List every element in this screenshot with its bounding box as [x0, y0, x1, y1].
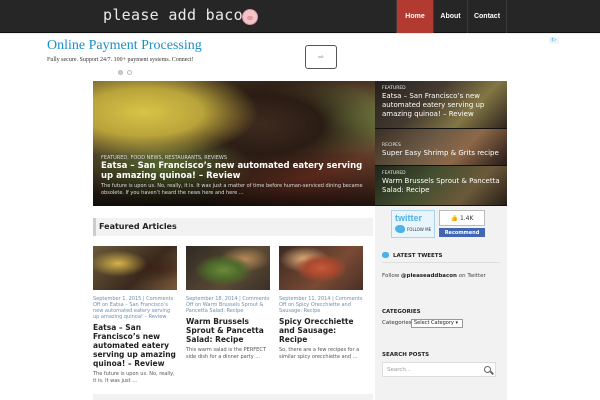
- article-title[interactable]: Warm Brussels Sprout & Pancetta Salad: R…: [186, 317, 270, 344]
- side-item-title[interactable]: Warm Brussels Sprout & Pancetta Salad: R…: [382, 177, 504, 195]
- categories-label: Categories: [382, 320, 412, 326]
- latest-tweets-title: Latest Tweets: [393, 253, 443, 259]
- main-slider[interactable]: Featured, Food News, Restaurants, Review…: [93, 81, 375, 206]
- ad-choices-icon[interactable]: i▷: [549, 37, 559, 44]
- pig-logo-icon[interactable]: [242, 9, 258, 25]
- slider-side-list: Featured Eatsa – San Francisco’s new aut…: [375, 81, 507, 206]
- side-item-title[interactable]: Super Easy Shrimp & Grits recipe: [382, 149, 504, 158]
- article-title[interactable]: Spicy Orecchiette and Sausage: Recipe: [279, 317, 363, 344]
- ad-title[interactable]: Online Payment Processing: [47, 38, 202, 54]
- twitter-follow-text: Follow @pleaseaddbacon on Twitter: [382, 273, 486, 279]
- article-title[interactable]: Eatsa – San Francisco’s new automated ea…: [93, 323, 177, 368]
- search-placeholder: Search...: [387, 367, 412, 373]
- article-excerpt: So, there are a few recipes for a simila…: [279, 347, 360, 360]
- content-footer-bar: [93, 394, 373, 400]
- thumbs-up-icon: 👍: [450, 214, 459, 222]
- article-excerpt: This warm salad is the PERFECT side dish…: [186, 347, 266, 360]
- twitter-follow-label: FOLLOW ME: [407, 227, 432, 232]
- slider-title[interactable]: Eatsa – San Francisco’s new automated ea…: [101, 161, 371, 181]
- slider-excerpt: The future is upon us. No, really, it is…: [101, 183, 363, 196]
- side-item-category: Recipes: [382, 143, 401, 148]
- side-item-category: Featured: [382, 86, 406, 91]
- categories-select[interactable]: Select Category ▾: [411, 319, 463, 328]
- top-bar: please add bacon Home About Contact: [0, 0, 600, 33]
- twitter-handle-link[interactable]: @pleaseaddbacon: [401, 273, 457, 279]
- article-thumbnail[interactable]: [186, 246, 270, 290]
- article-card: September 18, 2014 | Comments Off on War…: [186, 246, 270, 361]
- article-meta[interactable]: September 18, 2014 | Comments Off on War…: [186, 296, 270, 314]
- facebook-recommend-button[interactable]: Recommend: [439, 228, 485, 237]
- pager-dot[interactable]: [127, 70, 132, 75]
- ad-subtitle: Fully secure. Support 24/7. 100+ payment…: [47, 57, 194, 63]
- pager-dot-active[interactable]: [118, 70, 123, 75]
- twitter-bird-icon: [395, 225, 405, 233]
- facebook-like-count[interactable]: 👍 1.4K: [439, 210, 485, 226]
- featured-heading: Featured Articles: [99, 222, 177, 231]
- divider: [382, 262, 500, 263]
- twitter-follow-badge[interactable]: twitter FOLLOW ME: [391, 210, 435, 238]
- chevron-down-icon: ▾: [455, 320, 458, 326]
- ad-arrow-button[interactable]: ⇨: [305, 45, 337, 69]
- like-count: 1.4K: [459, 214, 474, 222]
- side-item-category: Featured: [382, 171, 406, 176]
- slider-side-item[interactable]: Featured Eatsa – San Francisco’s new aut…: [375, 81, 507, 129]
- ad-pager: [118, 70, 132, 75]
- article-card: September 11, 2014 | Comments Off on Spi…: [279, 246, 363, 361]
- article-meta[interactable]: September 11, 2014 | Comments Off on Spi…: [279, 296, 363, 314]
- article-thumbnail[interactable]: [93, 246, 177, 290]
- twitter-bird-icon: [382, 252, 389, 258]
- article-excerpt: The future is upon us. No, really, it is…: [93, 371, 175, 384]
- site-logo[interactable]: please add bacon: [103, 6, 252, 24]
- article-meta[interactable]: September 1, 2015 | Comments Off on Eats…: [93, 296, 177, 320]
- twitter-wordmark: twitter: [395, 213, 422, 223]
- search-input[interactable]: Search...: [382, 362, 496, 377]
- categories-select-value: Select Category: [414, 320, 454, 326]
- slider-side-item[interactable]: Recipes Super Easy Shrimp & Grits recipe: [375, 129, 507, 166]
- arrow-right-icon: ⇨: [318, 53, 324, 61]
- article-card: September 1, 2015 | Comments Off on Eats…: [93, 246, 177, 385]
- search-title: Search Posts: [382, 352, 430, 358]
- recommend-label: Recommend: [444, 229, 480, 236]
- categories-title: Categories: [382, 309, 421, 315]
- nav-contact[interactable]: Contact: [467, 0, 507, 33]
- side-item-title[interactable]: Eatsa – San Francisco’s new automated ea…: [382, 92, 504, 119]
- article-thumbnail[interactable]: [279, 246, 363, 290]
- slider-side-item[interactable]: Featured Warm Brussels Sprout & Pancetta…: [375, 166, 507, 206]
- search-icon[interactable]: [484, 366, 491, 373]
- nav-about[interactable]: About: [433, 0, 467, 33]
- nav-home[interactable]: Home: [396, 0, 433, 33]
